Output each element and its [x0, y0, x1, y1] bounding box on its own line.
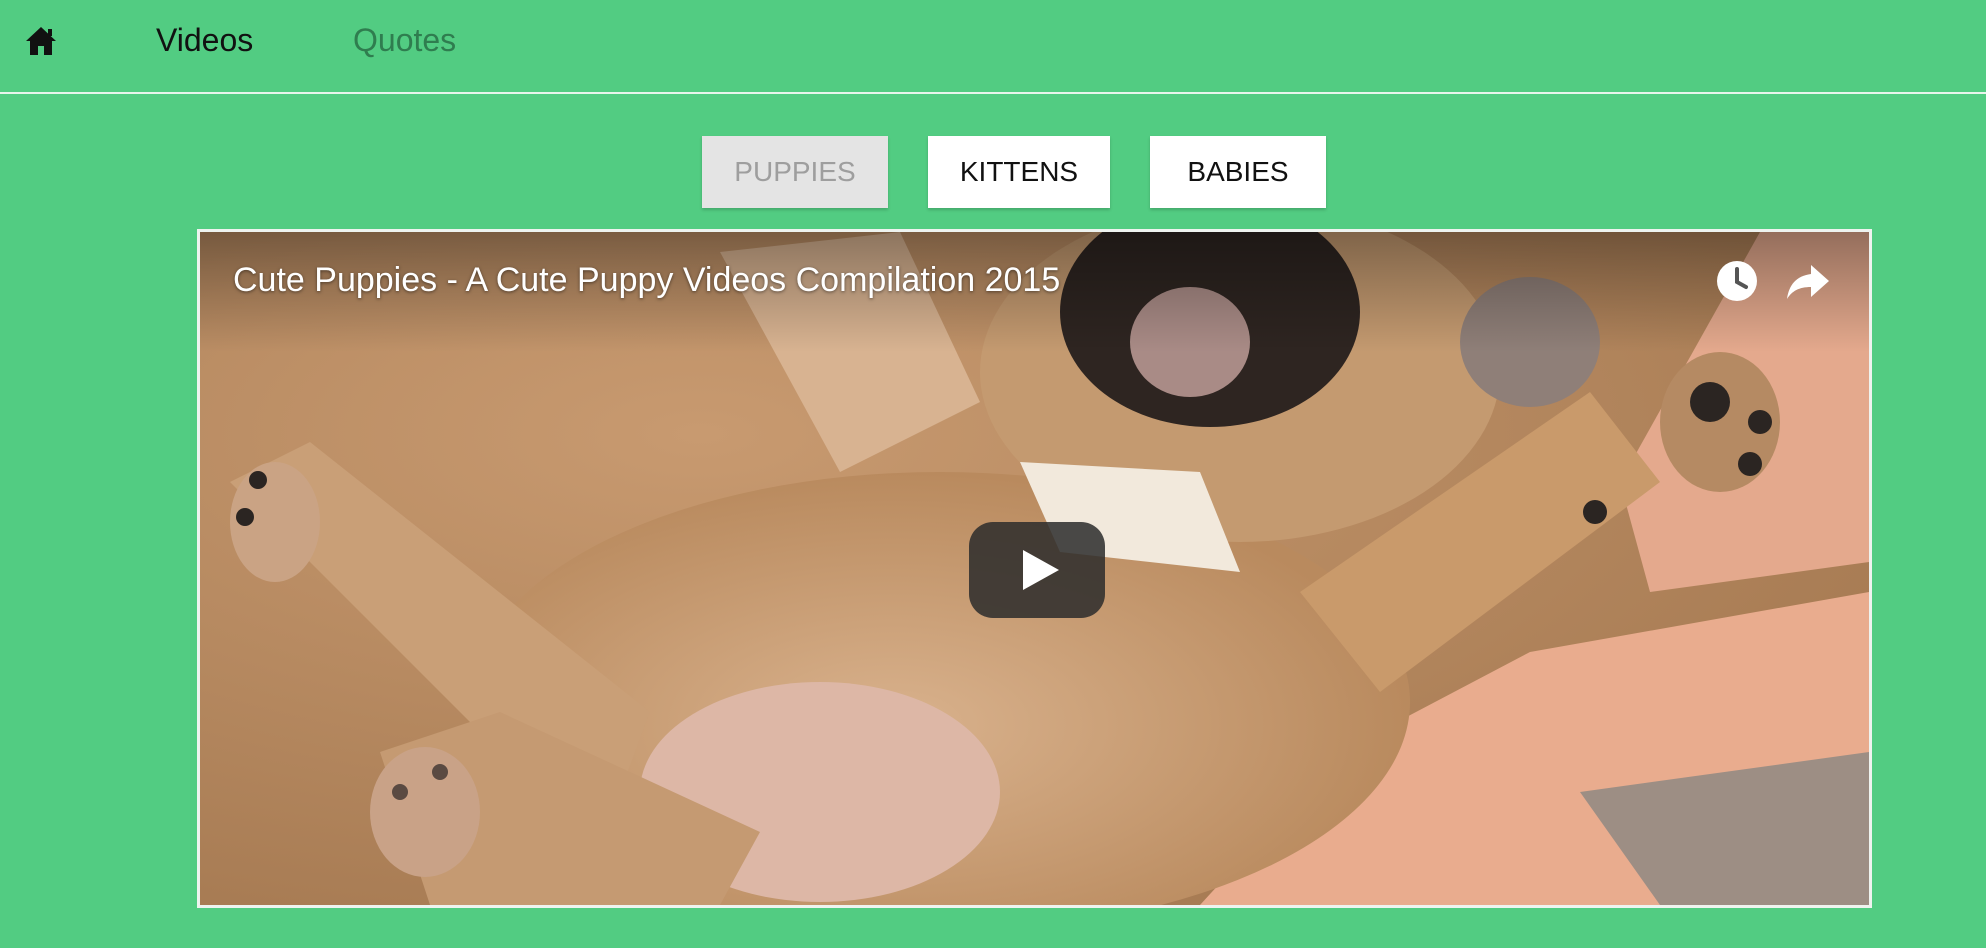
puppies-button[interactable]: PUPPIES [702, 136, 888, 208]
play-icon[interactable] [969, 522, 1105, 618]
nav-videos-link[interactable]: Videos [156, 20, 253, 60]
home-icon[interactable] [24, 24, 58, 58]
top-navigation: Videos Quotes [0, 0, 1986, 94]
share-icon[interactable] [1785, 259, 1831, 303]
video-player[interactable]: Cute Puppies - A Cute Puppy Videos Compi… [197, 229, 1872, 908]
kittens-button[interactable]: KITTENS [928, 136, 1110, 208]
watch-later-icon[interactable] [1715, 259, 1759, 303]
nav-quotes-link[interactable]: Quotes [353, 20, 456, 60]
babies-button[interactable]: BABIES [1150, 136, 1326, 208]
video-title[interactable]: Cute Puppies - A Cute Puppy Videos Compi… [233, 258, 1060, 302]
